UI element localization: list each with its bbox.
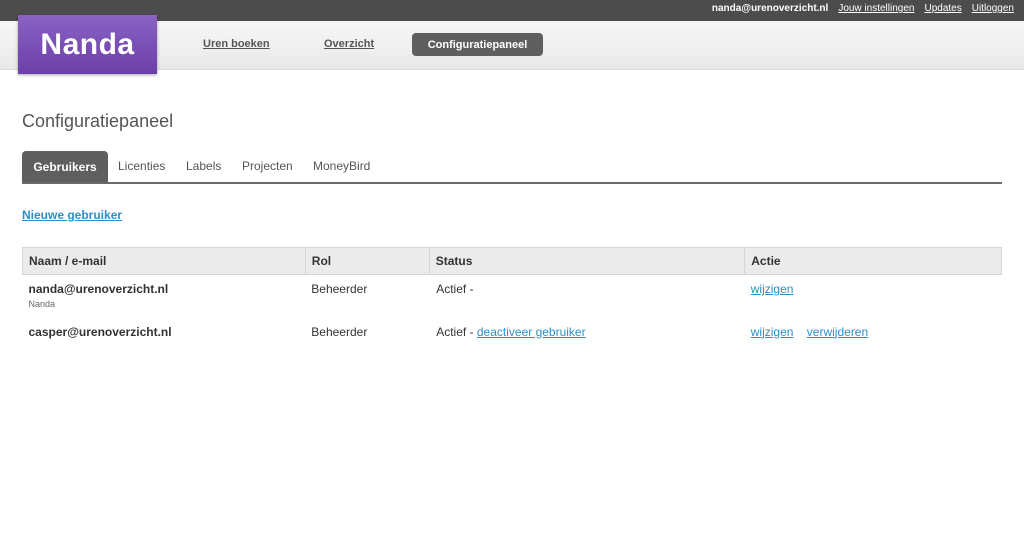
column-header-action: Actie — [744, 247, 1002, 275]
settings-link[interactable]: Jouw instellingen — [838, 3, 914, 14]
page-title: Configuratiepaneel — [22, 111, 174, 131]
user-display-name: Nanda — [28, 299, 56, 309]
user-email: nanda@urenoverzicht.nl — [711, 3, 829, 14]
tab-licenties[interactable]: Licenties — [118, 159, 165, 173]
deactivate-user-link[interactable]: deactiveer gebruiker — [477, 325, 586, 339]
user-status-cell: Actief - deactiveer gebruiker — [429, 318, 745, 339]
tab-gebruikers[interactable]: Gebruikers — [22, 151, 108, 182]
updates-link[interactable]: Updates — [924, 3, 961, 14]
nav-uren-boeken[interactable]: Uren boeken — [203, 38, 270, 50]
users-table: Naam / e-mail Rol Status Actie nanda@ure… — [22, 247, 1002, 339]
user-status: Actief - — [436, 324, 474, 339]
nav-overzicht[interactable]: Overzicht — [324, 38, 374, 50]
new-user-link[interactable]: Nieuwe gebruiker — [22, 208, 122, 222]
delete-user-link[interactable]: verwijderen — [807, 325, 868, 339]
nav-configuratiepaneel[interactable]: Configuratiepaneel — [412, 33, 543, 56]
action-cell: wijzigen verwijderen — [745, 318, 1002, 339]
user-email-cell: casper@urenoverzicht.nl — [28, 324, 172, 339]
logo[interactable]: Nanda — [18, 15, 157, 74]
user-cell: nanda@urenoverzicht.nl Nanda — [23, 275, 306, 318]
table-row: nanda@urenoverzicht.nl Nanda Beheerder A… — [23, 275, 1002, 318]
column-header-status: Status — [428, 247, 746, 275]
edit-user-link[interactable]: wijzigen — [751, 325, 794, 339]
logout-link[interactable]: Uitloggen — [972, 3, 1014, 14]
edit-user-link[interactable]: wijzigen — [751, 282, 794, 296]
tab-projecten[interactable]: Projecten — [242, 159, 293, 173]
table-row: casper@urenoverzicht.nl Beheerder Actief… — [23, 318, 1002, 339]
user-role: Beheerder — [311, 282, 368, 296]
user-status: Actief - — [436, 282, 474, 296]
user-email-cell: nanda@urenoverzicht.nl — [28, 282, 169, 296]
tab-bar: Gebruikers Licenties Labels Projecten Mo… — [22, 151, 1002, 184]
account-links: nanda@urenoverzicht.nl Jouw instellingen… — [712, 3, 1014, 14]
column-header-role: Rol — [304, 247, 430, 275]
column-header-name: Naam / e-mail — [22, 247, 306, 275]
table-header: Naam / e-mail Rol Status Actie — [22, 247, 1002, 275]
action-cell: wijzigen — [745, 275, 1002, 318]
tab-moneybird[interactable]: MoneyBird — [313, 159, 370, 173]
user-role: Beheerder — [311, 324, 368, 339]
tab-labels[interactable]: Labels — [186, 159, 221, 173]
